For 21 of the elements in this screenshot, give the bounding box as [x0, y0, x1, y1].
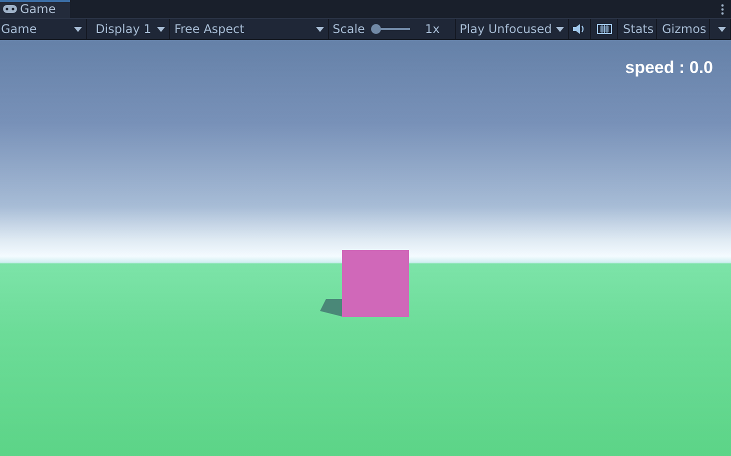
play-mode-dropdown[interactable]: Play Unfocused — [456, 19, 569, 39]
gamepad-icon — [3, 5, 17, 13]
game-tab[interactable]: Game — [0, 0, 70, 18]
scale-value: 1x — [424, 22, 440, 36]
caret-icon — [556, 26, 564, 32]
cube — [342, 250, 409, 317]
speaker-icon[interactable] — [573, 24, 586, 34]
caret-icon — [74, 26, 82, 32]
caret-icon[interactable] — [718, 26, 726, 32]
scale-label: Scale — [332, 22, 365, 36]
more-menu-icon[interactable] — [721, 4, 724, 14]
stats-button[interactable]: Stats — [618, 19, 657, 39]
speed-readout: speed : 0.0 — [625, 58, 713, 78]
display-dropdown[interactable]: Display 1 — [86, 19, 170, 39]
view-dropdown[interactable]: Game — [0, 19, 87, 39]
gizmos-button[interactable]: Gizmos — [657, 19, 710, 39]
keyboard-icon[interactable] — [596, 24, 612, 34]
slider-thumb[interactable] — [370, 24, 381, 34]
caret-icon — [157, 26, 166, 32]
aspect-dropdown[interactable]: Free Aspect — [170, 19, 329, 39]
caret-icon — [316, 26, 324, 32]
